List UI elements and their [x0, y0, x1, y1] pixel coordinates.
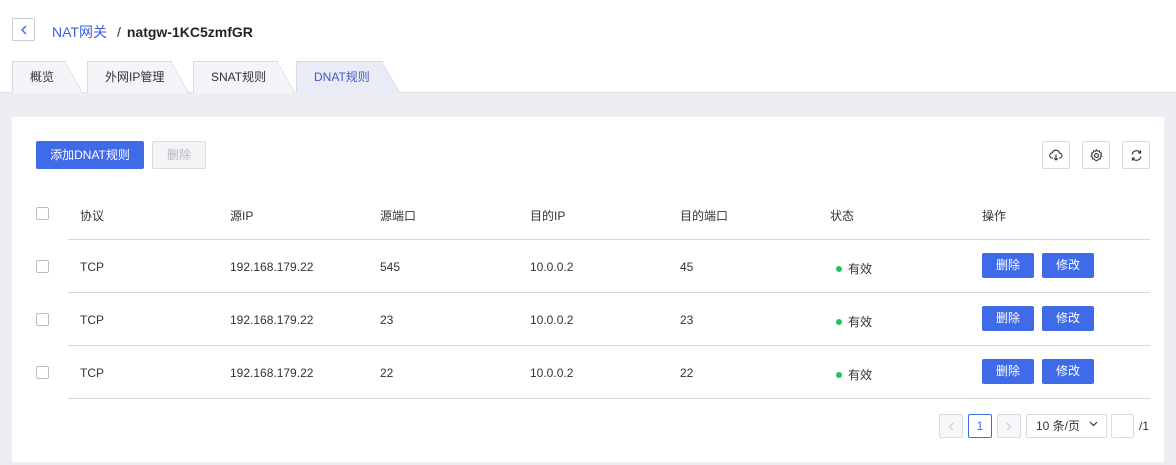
row-checkbox[interactable]: [36, 366, 49, 379]
row-edit-button[interactable]: 修改: [1042, 359, 1094, 384]
row-delete-button[interactable]: 删除: [982, 359, 1034, 384]
chevron-left-icon: [20, 25, 26, 34]
status-text: 有效: [848, 315, 873, 329]
table-divider: [68, 292, 1150, 293]
column-header-source-ip: 源IP: [230, 209, 254, 223]
back-button[interactable]: [12, 18, 35, 41]
column-header-dest-ip: 目的IP: [530, 209, 566, 223]
row-edit-button[interactable]: 修改: [1042, 253, 1094, 278]
chevron-down-icon: [1089, 421, 1098, 427]
select-all-checkbox[interactable]: [36, 207, 49, 220]
row-checkbox[interactable]: [36, 313, 49, 326]
dest-port-cell: 23: [680, 313, 694, 327]
chevron-left-icon: [948, 422, 954, 430]
dest-ip-cell: 10.0.0.2: [530, 366, 574, 380]
source-ip-cell: 192.168.179.22: [230, 260, 314, 274]
protocol-cell: TCP: [80, 313, 104, 327]
dnat-rules-card: 添加DNAT规则 删除 协议 源IP 源端口 目的IP 目的端口 状态 操作 T…: [12, 117, 1164, 462]
page-size-select[interactable]: 10 条/页: [1026, 414, 1107, 438]
table-divider: [68, 345, 1150, 346]
source-port-cell: 23: [380, 313, 394, 327]
tab-overview[interactable]: 概览: [12, 61, 83, 93]
dest-port-cell: 45: [680, 260, 694, 274]
column-header-actions: 操作: [982, 209, 1007, 223]
breadcrumb-current: natgw-1KC5zmfGR: [126, 24, 253, 40]
download-button[interactable]: [1042, 141, 1070, 169]
source-ip-cell: 192.168.179.22: [230, 366, 314, 380]
source-port-cell: 545: [380, 260, 401, 274]
status-badge: 有效: [836, 366, 872, 383]
page-number-button[interactable]: 1: [968, 414, 992, 438]
row-checkbox[interactable]: [36, 260, 49, 273]
status-badge: 有效: [836, 313, 872, 330]
settings-button[interactable]: [1082, 141, 1110, 169]
next-page-button[interactable]: [997, 414, 1021, 438]
dest-ip-cell: 10.0.0.2: [530, 313, 574, 327]
breadcrumb: NAT网关 / natgw-1KC5zmfGR: [52, 22, 253, 42]
bulk-delete-button[interactable]: 删除: [152, 141, 206, 169]
status-badge: 有效: [836, 260, 872, 277]
page-header: NAT网关 / natgw-1KC5zmfGR 概览 外网IP管理 SNAT规则…: [0, 0, 1176, 93]
prev-page-button[interactable]: [939, 414, 963, 438]
tab-dnat[interactable]: DNAT规则: [296, 61, 400, 93]
protocol-cell: TCP: [80, 260, 104, 274]
column-header-protocol: 协议: [80, 209, 105, 223]
cloud-download-icon: [1049, 149, 1063, 161]
status-text: 有效: [848, 262, 873, 276]
column-header-source-port: 源端口: [380, 209, 417, 223]
table-divider: [68, 398, 1150, 399]
source-ip-cell: 192.168.179.22: [230, 313, 314, 327]
chevron-right-icon: [1006, 422, 1012, 430]
status-dot-icon: [836, 319, 842, 325]
source-port-cell: 22: [380, 366, 394, 380]
add-dnat-rule-button[interactable]: 添加DNAT规则: [36, 141, 144, 169]
breadcrumb-separator: /: [116, 24, 121, 40]
tab-public-ip[interactable]: 外网IP管理: [87, 61, 189, 93]
column-header-dest-port: 目的端口: [680, 209, 729, 223]
total-pages: /1: [1139, 419, 1150, 433]
breadcrumb-parent-link[interactable]: NAT网关: [52, 22, 107, 42]
dest-ip-cell: 10.0.0.2: [530, 260, 574, 274]
row-edit-button[interactable]: 修改: [1042, 306, 1094, 331]
status-dot-icon: [836, 266, 842, 272]
page-jump-input[interactable]: [1111, 414, 1134, 438]
page-size-value: 10 条/页: [1036, 419, 1081, 433]
refresh-button[interactable]: [1122, 141, 1150, 169]
gear-icon: [1089, 148, 1103, 161]
status-text: 有效: [848, 368, 873, 382]
tab-snat[interactable]: SNAT规则: [193, 61, 295, 93]
refresh-icon: [1131, 149, 1141, 161]
row-delete-button[interactable]: 删除: [982, 306, 1034, 331]
row-delete-button[interactable]: 删除: [982, 253, 1034, 278]
status-dot-icon: [836, 372, 842, 378]
table-divider: [68, 239, 1150, 240]
dest-port-cell: 22: [680, 366, 694, 380]
column-header-status: 状态: [830, 209, 855, 223]
protocol-cell: TCP: [80, 366, 104, 380]
